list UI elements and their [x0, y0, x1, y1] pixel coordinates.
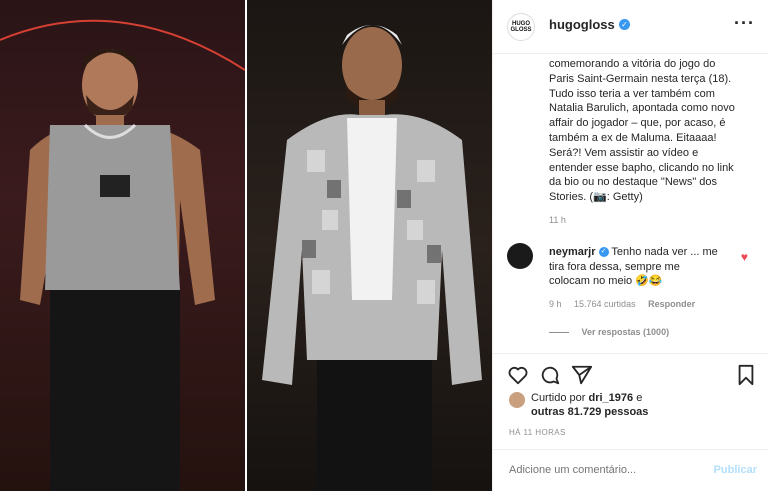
comment-bubble-icon[interactable] [539, 364, 561, 386]
share-paper-plane-icon[interactable] [571, 364, 593, 386]
comment-time: 9 h [549, 299, 562, 309]
view-replies-label: Ver respostas (1000) [581, 327, 670, 337]
liker-avatar[interactable] [509, 392, 525, 408]
photo-left-person [0, 0, 246, 491]
more-options-icon[interactable]: ··· [734, 13, 755, 34]
comment-input[interactable] [507, 463, 701, 477]
avatar-logo-text: HUGO GLOSS [510, 21, 532, 33]
like-heart-icon[interactable] [507, 364, 529, 386]
view-replies-button[interactable]: Ver respostas (1000) [549, 327, 669, 337]
action-bar [493, 353, 768, 394]
post-date[interactable]: HÁ 11 HORAS [509, 428, 566, 437]
likes-others-count[interactable]: outras 81.729 pessoas [531, 406, 648, 418]
likes-prefix: Curtido por [531, 392, 589, 404]
comment-body: neymarjr ✓ Tenho nada ver ... me tira fo… [549, 245, 719, 289]
likes-middle: e [633, 392, 643, 404]
comment-likes[interactable]: 15.764 curtidas [574, 299, 636, 309]
commenter-verified-icon: ✓ [598, 247, 609, 258]
post-header: HUGO GLOSS hugogloss ✓ ··· [493, 0, 768, 54]
publish-button[interactable]: Publicar [714, 464, 757, 476]
liker-username[interactable]: dri_1976 [588, 392, 633, 404]
post-caption: comemorando a vitória do jogo do Paris S… [549, 58, 735, 204]
commenter-avatar[interactable] [507, 243, 533, 269]
author-username[interactable]: hugogloss [549, 17, 615, 32]
post-details-panel: HUGO GLOSS hugogloss ✓ ··· comemorando a… [492, 0, 768, 491]
likes-text: Curtido por dri_1976 e outras 81.729 pes… [531, 391, 648, 419]
post-photo[interactable] [0, 0, 492, 491]
add-comment-bar: Publicar [493, 449, 768, 492]
comment-like-heart-icon[interactable]: ♥ [741, 250, 748, 264]
caption-timestamp: 11 h [549, 215, 566, 225]
verified-badge-icon: ✓ [619, 19, 630, 30]
commenter-username[interactable]: neymarjr [549, 246, 595, 258]
reply-button[interactable]: Responder [648, 299, 695, 309]
replies-divider-line [549, 332, 569, 334]
photo-right-person [247, 0, 492, 491]
save-bookmark-icon[interactable] [735, 364, 757, 386]
comment-meta: 9 h 15.764 curtidas Responder [549, 299, 705, 309]
author-avatar[interactable]: HUGO GLOSS [507, 13, 535, 41]
